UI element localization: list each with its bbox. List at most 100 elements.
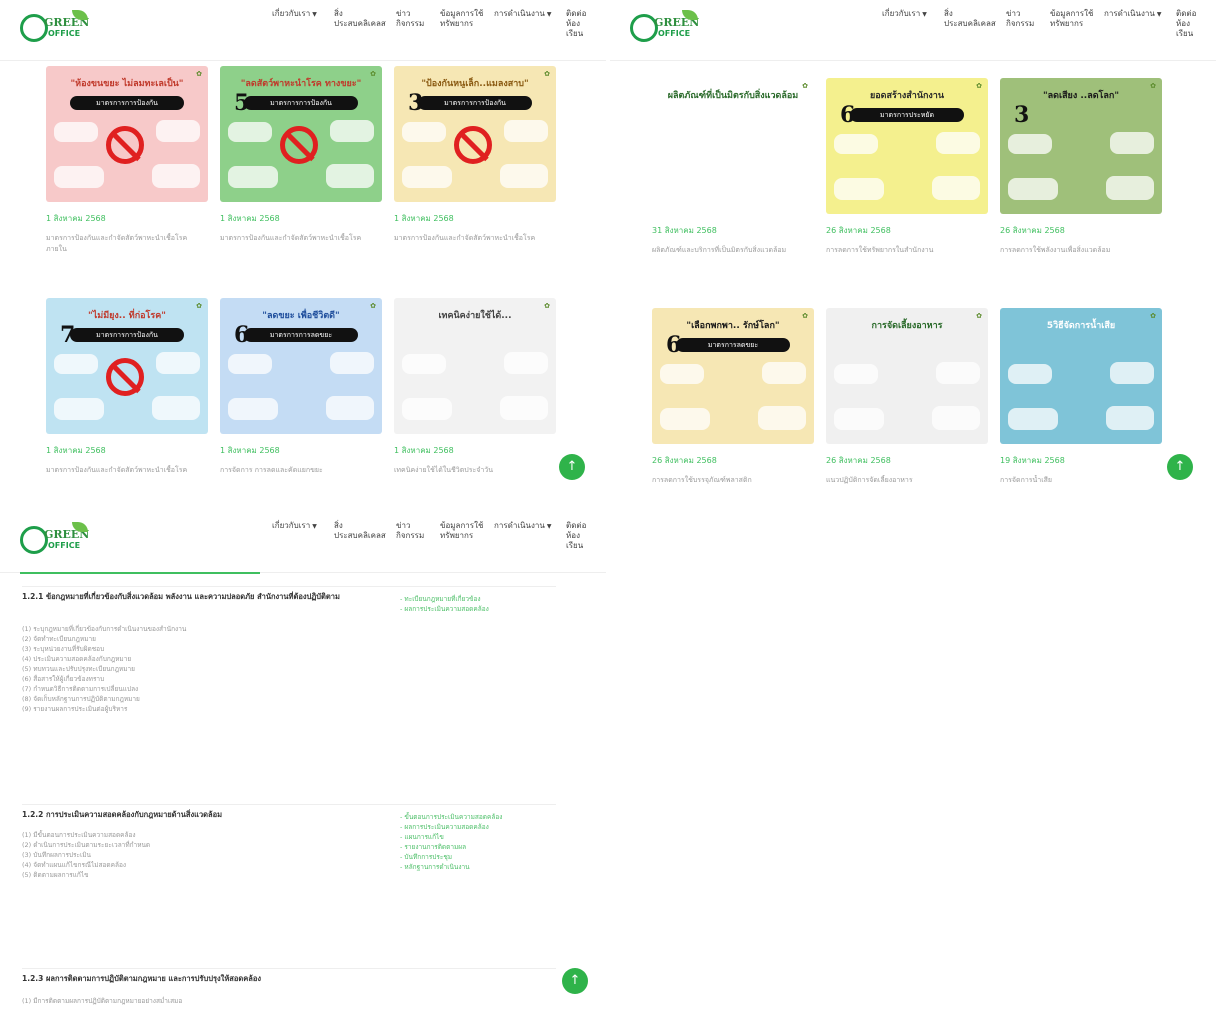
nav-item-2[interactable]: สิ่ง ประสบคลิเคลส — [944, 9, 996, 29]
post-date[interactable]: 1 สิงหาคม 2568 — [46, 444, 208, 457]
nav-item-5[interactable]: การดำเนินงาน ▼ — [494, 521, 551, 532]
post-card[interactable]: "ไม่มียุง.. ที่ก่อโรค" ✿ 7 มาตรการการป้องกั… — [46, 298, 208, 487]
post-date[interactable]: 1 สิงหาคม 2568 — [394, 212, 556, 225]
info-bubble — [834, 134, 878, 154]
thumbnail-title: "ห้องขนขยะ ไม่ลมทะเลเป็น" — [70, 79, 184, 88]
post-thumbnail[interactable]: "ป้องกันหนูเล็ก..แมลงสาบ" ✿ 3 มาตรการการป้อ… — [394, 66, 556, 202]
post-date[interactable]: 26 สิงหาคม 2568 — [1000, 224, 1162, 237]
nav-item-3[interactable]: ข่าว กิจกรรม — [396, 9, 424, 29]
info-bubble — [758, 176, 806, 200]
info-bubble — [1106, 176, 1154, 200]
post-date[interactable]: 1 สิงหาคม 2568 — [394, 444, 556, 457]
post-card[interactable]: "ลดเสียง ..ลดโลก" ✿ 3 26 สิงหาคม 2568 การลดก… — [1000, 78, 1162, 267]
post-date[interactable]: 1 สิงหาคม 2568 — [220, 212, 382, 225]
nav-item-5[interactable]: การดำเนินงาน ▼ — [1104, 9, 1161, 20]
thumbnail-badge: มาตรการการป้องกัน — [70, 96, 184, 110]
post-date[interactable]: 26 สิงหาคม 2568 — [826, 224, 988, 237]
nav-item-label: การดำเนินงาน — [494, 521, 545, 530]
thumbnail-title: "ลดเสียง ..ลดโลก" — [1042, 91, 1120, 100]
post-card[interactable]: ยอดสร้างสำนักงาน ✿ 6 มาตรการประหยัด 26 สิงหา… — [826, 78, 988, 267]
list-item[interactable]: - แผนการแก้ไข — [400, 832, 556, 842]
info-bubble — [834, 364, 878, 384]
nav-item-4[interactable]: ข้อมูลการใช้ ทรัพยากร — [1050, 9, 1093, 29]
post-thumbnail[interactable]: "ลดขยะ เพื่อชีวิตดี" ✿ 6 มาตรการการลดขยะ — [220, 298, 382, 434]
info-bubble — [54, 122, 98, 142]
post-thumbnail[interactable]: การจัดเลี้ยงอาหาร ✿ — [826, 308, 988, 444]
info-bubble — [500, 164, 548, 188]
nav-item-1[interactable]: เกี่ยวกับเรา ▼ — [272, 9, 317, 20]
post-card[interactable]: "เลือกพกพา.. รักษ์โลก" ✿ 6 มาตรการลดขยะ 26 ส… — [652, 308, 814, 497]
info-bubble — [504, 120, 548, 142]
post-thumbnail[interactable]: "ไม่มียุง.. ที่ก่อโรค" ✿ 7 มาตรการการป้องกั… — [46, 298, 208, 434]
post-date[interactable]: 1 สิงหาคม 2568 — [220, 444, 382, 457]
post-card[interactable]: การจัดเลี้ยงอาหาร ✿ 26 สิงหาคม 2568 แนวปฏิบ… — [826, 308, 988, 497]
nav-item-1[interactable]: เกี่ยวกับเรา ▼ — [272, 521, 317, 532]
info-bubble — [1110, 362, 1154, 384]
list-item[interactable]: - หลักฐานการดำเนินงาน — [400, 862, 556, 872]
post-thumbnail[interactable]: "ลดเสียง ..ลดโลก" ✿ 3 — [1000, 78, 1162, 214]
list-item: (6) สื่อสารให้ผู้เกี่ยวข้องทราบ — [22, 675, 105, 683]
nav-item-6[interactable]: ติดต่อ ห้อง เรียน — [566, 521, 586, 551]
post-card[interactable]: เทคนิคง่ายใช้ได้... ✿ 1 สิงหาคม 2568 เทคนิค… — [394, 298, 556, 487]
post-date[interactable]: 1 สิงหาคม 2568 — [46, 212, 208, 225]
scroll-to-top-button[interactable]: ↑ — [562, 968, 588, 994]
post-card[interactable]: "ลดสัตว์พาหะนำโรค ทางขยะ" ✿ 5 มาตรการการป้อ… — [220, 66, 382, 255]
criteria-list-1: (1) ระบุกฎหมายที่เกี่ยวข้องกับการดำเนินง… — [22, 624, 392, 714]
nav-item-6[interactable]: ติดต่อ ห้อง เรียน — [1176, 9, 1196, 39]
post-thumbnail[interactable]: เทคนิคง่ายใช้ได้... ✿ — [394, 298, 556, 434]
site-logo[interactable]: GREEN OFFICE — [20, 10, 90, 44]
nav-item-label: เกี่ยวกับเรา — [272, 521, 311, 530]
list-item[interactable]: - ทะเบียนกฎหมายที่เกี่ยวข้อง — [400, 594, 556, 604]
post-date[interactable]: 26 สิงหาคม 2568 — [826, 454, 988, 467]
nav-item-label: การดำเนินงาน — [1104, 9, 1155, 18]
divider — [22, 804, 556, 805]
post-card[interactable]: 5วิธีจัดการน้ำเสีย ✿ 19 สิงหาคม 2568 การจัด… — [1000, 308, 1162, 497]
nav-item-3[interactable]: ข่าว กิจกรรม — [396, 521, 424, 541]
nav-item-3[interactable]: ข่าว กิจกรรม — [1006, 9, 1034, 29]
nav-item-label: ข้อมูลการใช้ ทรัพยากร — [1050, 9, 1094, 28]
post-card[interactable]: "ป้องกันหนูเล็ก..แมลงสาบ" ✿ 3 มาตรการการป้อ… — [394, 66, 556, 255]
post-card[interactable]: "ห้องขนขยะ ไม่ลมทะเลเป็น" ✿ มาตรการการป้อง… — [46, 66, 208, 255]
logo-subtext: OFFICE — [48, 541, 81, 550]
post-card[interactable]: "ลดขยะ เพื่อชีวิตดี" ✿ 6 มาตรการการลดขยะ 1 ส… — [220, 298, 382, 487]
nav-item-6[interactable]: ติดต่อ ห้อง เรียน — [566, 9, 586, 39]
thumbnail-badge: มาตรการการลดขยะ — [244, 328, 358, 342]
nav-item-4[interactable]: ข้อมูลการใช้ ทรัพยากร — [440, 9, 483, 29]
post-thumbnail[interactable]: ผลิตภัณฑ์ที่เป็นมิตรกับสิ่งแวดล้อม ✿ — [652, 78, 814, 214]
list-item[interactable]: - ขั้นตอนการประเมินความสอดคล้อง — [400, 812, 556, 822]
post-excerpt: การลดการใช้พลังงานเพื่อสิ่งแวดล้อม — [1000, 246, 1111, 254]
post-thumbnail[interactable]: "ห้องขนขยะ ไม่ลมทะเลเป็น" ✿ มาตรการการป้อง… — [46, 66, 208, 202]
brand-mark-icon: ✿ — [544, 70, 550, 78]
scroll-to-top-button[interactable]: ↑ — [1167, 454, 1193, 480]
nav-item-5[interactable]: การดำเนินงาน ▼ — [494, 9, 551, 20]
post-thumbnail[interactable]: "ลดสัตว์พาหะนำโรค ทางขยะ" ✿ 5 มาตรการการป้อ… — [220, 66, 382, 202]
site-header: GREEN OFFICE เกี่ยวกับเรา ▼ สิ่ง ประสบคลิเ… — [610, 0, 1216, 61]
post-thumbnail[interactable]: "เลือกพกพา.. รักษ์โลก" ✿ 6 มาตรการลดขยะ — [652, 308, 814, 444]
post-thumbnail[interactable]: ยอดสร้างสำนักงาน ✿ 6 มาตรการประหยัด — [826, 78, 988, 214]
site-logo[interactable]: GREEN OFFICE — [630, 10, 700, 44]
prohibited-icon — [106, 358, 144, 396]
nav-item-4[interactable]: ข้อมูลการใช้ ทรัพยากร — [440, 521, 483, 541]
scroll-to-top-button[interactable]: ↑ — [559, 454, 585, 480]
logo-subtext: OFFICE — [658, 29, 691, 38]
list-item[interactable]: - ผลการประเมินความสอดคล้อง — [400, 604, 556, 614]
info-bubble — [156, 120, 200, 142]
post-card[interactable]: ผลิตภัณฑ์ที่เป็นมิตรกับสิ่งแวดล้อม ✿ 31 สิ… — [652, 78, 814, 267]
post-thumbnail[interactable]: 5วิธีจัดการน้ำเสีย ✿ — [1000, 308, 1162, 444]
post-excerpt: มาตรการป้องกันและกำจัดสัตว์พาหะนำเชื้อโร… — [46, 466, 188, 474]
info-bubble — [660, 408, 710, 430]
list-item[interactable]: - ผลการประเมินความสอดคล้อง — [400, 822, 556, 832]
post-date[interactable]: 26 สิงหาคม 2568 — [652, 454, 814, 467]
nav-item-2[interactable]: สิ่ง ประสบคลิเคลส — [334, 521, 386, 541]
site-logo[interactable]: GREEN OFFICE — [20, 522, 90, 556]
list-item[interactable]: - บันทึกการประชุม — [400, 852, 556, 862]
nav-item-2[interactable]: สิ่ง ประสบคลิเคลส — [334, 9, 386, 29]
nav-item-label: ข้อมูลการใช้ ทรัพยากร — [440, 9, 484, 28]
list-item: (3) ระบุหน่วยงานที่รับผิดชอบ — [22, 645, 105, 653]
list-item: (2) จัดทำทะเบียนกฎหมาย — [22, 635, 96, 643]
nav-item-1[interactable]: เกี่ยวกับเรา ▼ — [882, 9, 927, 20]
list-item[interactable]: - รายงานการติดตามผล — [400, 842, 556, 852]
post-date[interactable]: 31 สิงหาคม 2568 — [652, 224, 814, 237]
info-bubble — [660, 364, 704, 384]
post-date[interactable]: 19 สิงหาคม 2568 — [1000, 454, 1162, 467]
